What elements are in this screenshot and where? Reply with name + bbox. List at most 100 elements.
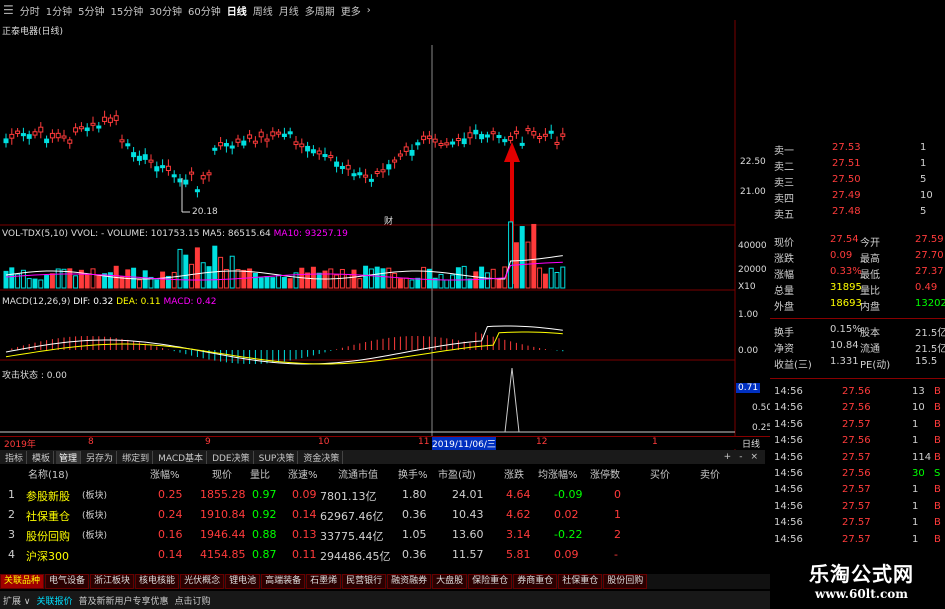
period-weekly[interactable]: 周线 [253,3,273,18]
related-tab[interactable]: 锂电池 [225,574,261,589]
minus-button[interactable]: - [736,452,745,462]
sector-name[interactable]: 沪深300 [26,548,69,564]
related-tab[interactable]: 融资融券 [387,574,432,589]
volume-bar [32,278,38,289]
tab-macd-basic[interactable]: MACD基本 [155,450,208,464]
tab-indicator[interactable]: 指标 [2,450,28,464]
tab-save-as[interactable]: 另存为 [83,450,118,464]
table-row[interactable]: 3 股份回购 (板块) 0.16 1946.44 0.88 0.13 33775.44亿 1.0… [0,528,765,548]
quote-row: 现价 27.54 今开 27.59 [774,234,944,249]
tab-bind-to[interactable]: 绑定到 [119,450,154,464]
volume-bar [444,279,450,289]
expand-button[interactable]: 扩展 ∨ [3,594,30,607]
candle-body [171,174,177,178]
period-5min[interactable]: 5分钟 [78,3,104,18]
candle-body [484,134,490,138]
status-bar: 扩展 ∨ 关联报价 普及新新用户专享优惠 点击订购 [0,591,770,609]
sector-name[interactable]: 股份回购 [26,528,70,544]
quote-row: 14:56 27.57 1 B [774,517,941,529]
related-tab[interactable]: 社保重仓 [558,574,603,589]
related-tab[interactable]: 股份回购 [603,574,648,589]
period-1min[interactable]: 1分钟 [46,3,72,18]
menu-icon[interactable]: ☰ [3,3,14,17]
attack-header: 攻击状态 : 0.00 [2,371,67,381]
candle-body [264,138,270,142]
related-tab[interactable]: 石墨烯 [306,574,342,589]
related-tab[interactable]: 高端装备 [261,574,306,589]
volume-bar [351,269,357,289]
candle-body [554,141,560,145]
candle-body [125,143,131,147]
period-60min[interactable]: 60分钟 [188,3,221,18]
related-tab[interactable]: 民营银行 [342,574,387,589]
period-15min[interactable]: 15分钟 [111,3,144,18]
volume-bar [537,267,543,289]
table-row[interactable]: 4 沪深300 0.14 4154.85 0.87 0.11 294486.45亿 0.36 1… [0,548,765,568]
subscribe-link[interactable]: 点击订购 [174,594,210,607]
candle-body [142,154,148,160]
watermark: 乐淘公式网 www.60lt.com [809,562,914,601]
period-daily[interactable]: 日线 [227,3,247,18]
candle-body [461,138,467,145]
sector-name[interactable]: 社保重仓 [26,508,70,524]
table-header: 名称(18) 涨幅% 现价 量比 涨速% 流通市值 换手% 市盈(动) 涨跌 均… [28,470,720,481]
sector-tag: (板块) [82,531,108,541]
tab-fund[interactable]: 资金决策 [300,450,344,464]
finance-marker[interactable]: 财 [384,214,393,227]
related-tab[interactable]: 大盘股 [432,574,468,589]
candle-body [374,170,380,174]
candle-body [241,140,247,146]
candle-body [15,130,21,134]
candle-body [252,140,258,144]
candle-body [229,145,235,149]
volume-bar [44,275,50,289]
candle-body [247,134,253,139]
quote-divider [770,378,945,379]
related-sector-tabs: 关联品种 电气设备 浙江板块 核电核能 光伏概念 锂电池 高端装备 石墨烯 民营银行 融资融券 大盘… [0,574,770,589]
table-row[interactable]: 1 参股新股 (板块) 0.25 1855.28 0.97 0.09 7801.13亿 1.80… [0,488,765,508]
period-30min[interactable]: 30分钟 [149,3,182,18]
tab-sup[interactable]: SUP决策 [256,450,299,464]
candle-body [334,161,340,167]
promo-text[interactable]: 普及新新用户专享优惠 [78,594,168,607]
quote-row: 14:56 27.57 114 B [774,451,941,463]
related-tab[interactable]: 关联品种 [0,574,45,589]
chevron-right-icon[interactable]: › [367,5,371,16]
related-tab[interactable]: 浙江板块 [90,574,135,589]
volume-bar [194,247,200,289]
candle-body [73,127,79,133]
volume-bar [90,268,96,289]
candle-body [479,134,485,140]
volume-bar [386,267,392,289]
table-row[interactable]: 2 社保重仓 (板块) 0.24 1910.84 0.92 0.14 62967.46亿 0.3… [0,508,765,528]
related-tab[interactable]: 光伏概念 [180,574,225,589]
candle-body [455,138,461,142]
related-tab[interactable]: 券商重仓 [513,574,558,589]
plus-button[interactable]: + [721,452,735,462]
period-fenshi[interactable]: 分时 [20,3,40,18]
vol-axis-20000: 20000 [738,265,767,275]
sector-name[interactable]: 参股新股 [26,488,70,504]
tab-manage[interactable]: 管理 [56,450,82,464]
volume-bar [496,278,502,289]
related-tab[interactable]: 核电核能 [135,574,180,589]
candle-body [444,142,450,146]
period-monthly[interactable]: 月线 [279,3,299,18]
related-tab[interactable]: 保险重仓 [468,574,513,589]
volume-bar [136,279,142,289]
tab-dde[interactable]: DDE决策 [209,450,254,464]
volume-bar [287,278,293,289]
candle-body [432,138,438,143]
related-tab[interactable]: 电气设备 [45,574,90,589]
tab-template[interactable]: 模板 [29,450,55,464]
related-quote-link[interactable]: 关联报价 [36,594,72,607]
candle-body [328,155,334,159]
candle-body [67,139,73,144]
volume-bar [334,274,340,289]
period-more[interactable]: 更多 [341,3,361,18]
period-multi[interactable]: 多周期 [305,3,335,18]
close-button[interactable]: × [747,452,761,462]
candle-body [548,130,554,134]
candle-body [438,142,444,146]
quote-row: 涨幅 0.33% 最低 27.37 [774,266,944,281]
